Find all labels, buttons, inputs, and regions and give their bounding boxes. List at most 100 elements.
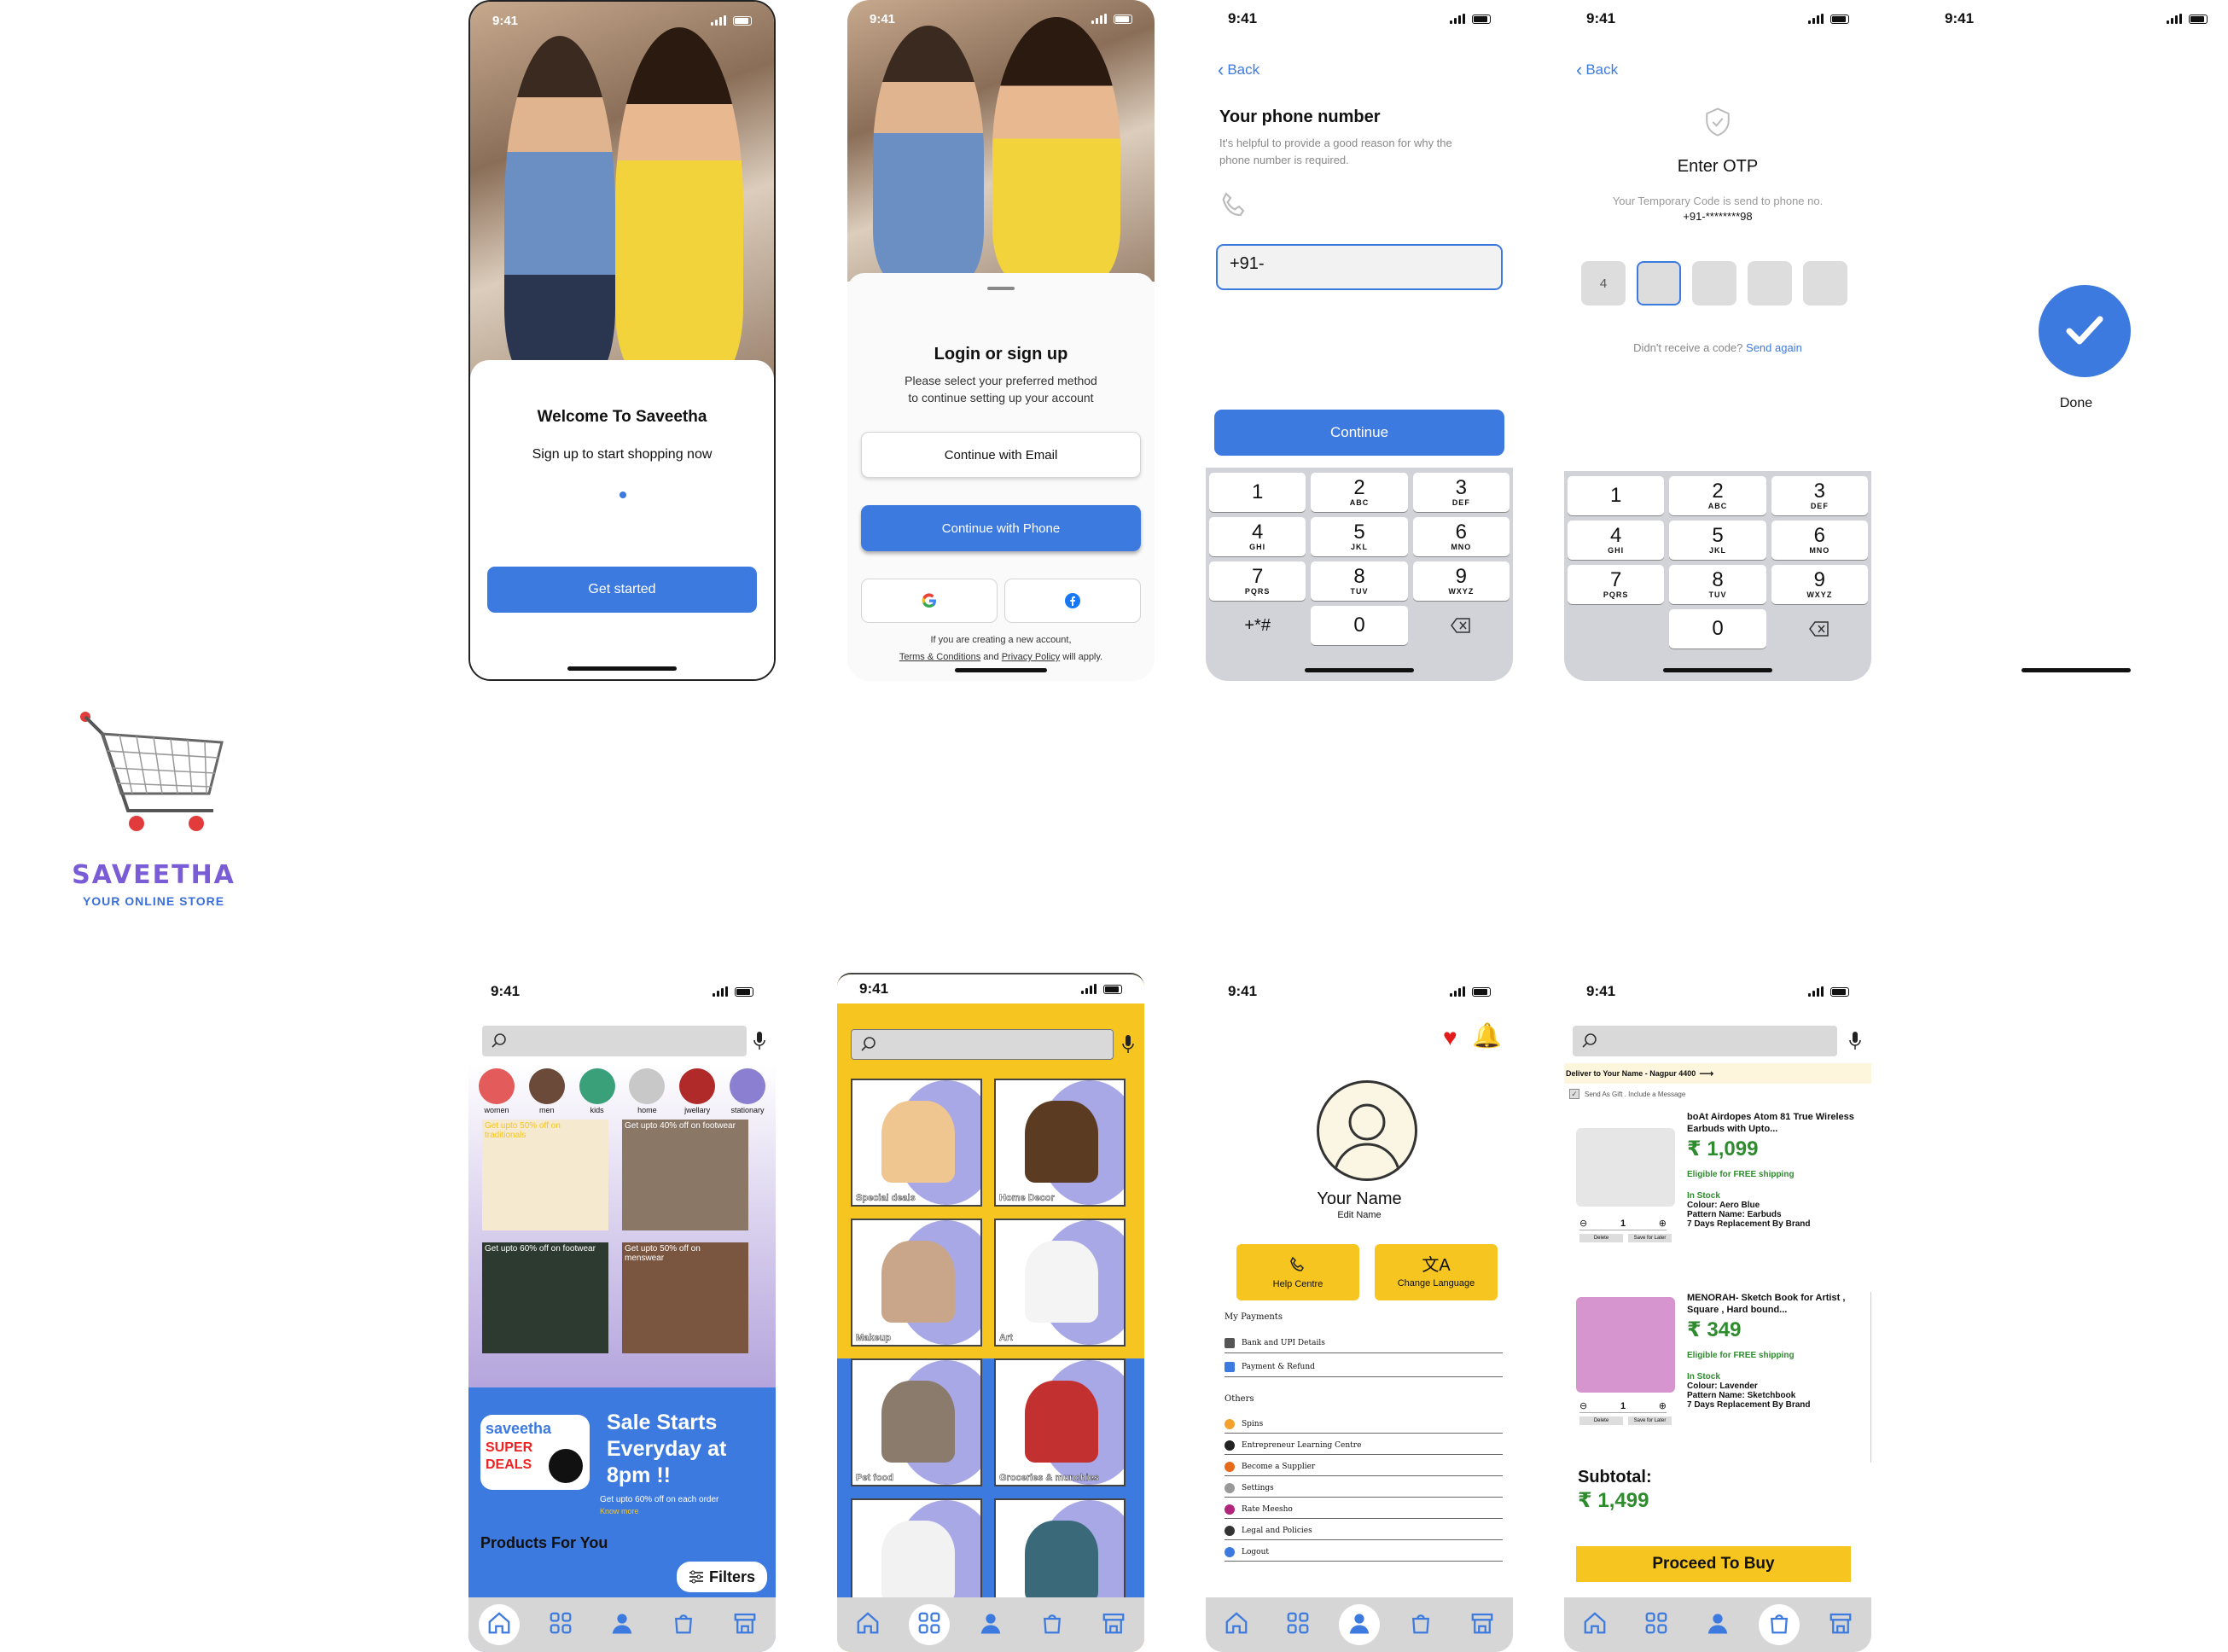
tab-store[interactable] [1093,1604,1134,1645]
search-input[interactable] [1573,1026,1837,1056]
tab-user[interactable] [602,1604,643,1645]
quantity-stepper[interactable]: ⊖ 1 ⊕ [1579,1399,1667,1413]
plus-icon[interactable]: ⊕ [1659,1218,1667,1229]
item-title[interactable]: boAt Airdopes Atom 81 True Wireless Earb… [1687,1111,1858,1135]
edit-name-link[interactable]: Edit Name [1206,1210,1513,1220]
product-image[interactable] [1576,1128,1675,1207]
category-tile[interactable]: Groceries & munchies [994,1358,1126,1486]
otp-digit-box[interactable] [1692,261,1736,305]
key-6[interactable]: 6 MNO [1412,517,1510,556]
otp-digit-box[interactable] [1803,261,1847,305]
menu-item[interactable]: Spins [1225,1415,1503,1434]
send-again-link[interactable]: Send again [1746,341,1802,354]
continue-with-phone-button[interactable]: Continue with Phone [861,505,1141,551]
bell-icon[interactable]: 🔔 [1472,1024,1502,1048]
product-image[interactable] [1576,1297,1675,1393]
key-4[interactable]: 4 GHI [1568,521,1665,560]
gift-row[interactable]: ✓ Send As Gift . Include a Message [1569,1089,1685,1099]
category-women[interactable]: women [474,1068,520,1114]
key-delete[interactable] [1413,606,1510,645]
heart-icon[interactable]: ♥ [1443,1026,1457,1050]
proceed-to-buy-button[interactable]: Proceed To Buy [1576,1546,1851,1582]
tab-home[interactable] [1574,1604,1615,1645]
tab-shopping-bag[interactable] [663,1604,704,1645]
google-login-button[interactable] [861,579,998,623]
tab-home[interactable] [1216,1604,1257,1645]
help-centre-button[interactable]: Help Centre [1236,1244,1359,1300]
offer-card[interactable]: Get upto 50% off on traditionals [482,1120,608,1230]
tab-store[interactable] [1462,1604,1503,1645]
key-2[interactable]: 2 ABC [1669,476,1766,515]
key-5[interactable]: 5 JKL [1311,517,1408,556]
category-home[interactable]: home [624,1068,670,1114]
menu-item[interactable]: Become a Supplier [1225,1457,1503,1476]
key-1[interactable]: 1 [1568,476,1665,515]
continue-button[interactable]: Continue [1214,410,1504,456]
change-language-button[interactable]: 文A Change Language [1375,1244,1498,1300]
menu-item[interactable]: Entrepreneur Learning Centre [1225,1436,1503,1455]
item-title[interactable]: MENORAH- Sketch Book for Artist , Square… [1687,1292,1858,1316]
deliver-bar[interactable]: Deliver to Your Name - Nagpur 4400 ⟶ [1564,1063,1871,1084]
menu-item[interactable]: Payment & Refund [1225,1357,1503,1377]
key-8[interactable]: 8 TUV [1669,565,1766,604]
search-input[interactable] [482,1026,747,1056]
category-kids[interactable]: kids [574,1068,620,1114]
facebook-login-button[interactable] [1004,579,1141,623]
key-2[interactable]: 2 ABC [1311,473,1408,512]
phone-number-input[interactable]: +91- [1216,244,1503,290]
search-input[interactable] [851,1029,1114,1060]
avatar[interactable] [1317,1080,1417,1181]
menu-item[interactable]: Rate Meesho [1225,1500,1503,1519]
category-stationary[interactable]: stationary [724,1068,771,1114]
continue-with-email-button[interactable]: Continue with Email [861,432,1141,478]
tab-store[interactable] [724,1604,765,1645]
microphone-icon[interactable] [1122,1034,1134,1055]
key-0[interactable]: 0 [1669,609,1766,649]
tab-shopping-bag[interactable] [1759,1604,1800,1645]
back-button[interactable]: ‹ Back [1576,61,1618,79]
filters-button[interactable]: Filters [676,1562,767,1592]
key-delete[interactable] [1771,609,1868,649]
delete-button[interactable]: Delete [1579,1416,1623,1425]
key-symbols[interactable]: +*# [1209,606,1306,645]
save-for-later-button[interactable]: Save for Later [1628,1416,1672,1425]
key-7[interactable]: 7 PQRS [1209,561,1306,601]
category-tile[interactable]: Makeup [851,1219,982,1347]
key-9[interactable]: 9 WXYZ [1771,565,1868,604]
key-9[interactable]: 9 WXYZ [1412,561,1510,601]
back-button[interactable]: ‹ Back [1218,61,1259,79]
delete-button[interactable]: Delete [1579,1234,1623,1242]
key-1[interactable]: 1 [1209,473,1306,512]
menu-item[interactable]: Legal and Policies [1225,1521,1503,1540]
tab-home[interactable] [847,1604,888,1645]
tab-grid[interactable] [1277,1604,1318,1645]
offer-card[interactable]: Get upto 40% off on footwear [622,1120,748,1230]
category-tile[interactable]: Home Decor [994,1079,1126,1207]
terms-link[interactable]: Terms & Conditions [899,652,980,662]
category-jwellary[interactable]: jwellary [674,1068,720,1114]
banner-know-more-link[interactable]: Know more [600,1507,639,1515]
sheet-handle[interactable] [987,287,1015,290]
minus-icon[interactable]: ⊖ [1579,1218,1587,1229]
key-3[interactable]: 3 DEF [1412,473,1510,512]
tab-grid[interactable] [1636,1604,1677,1645]
tab-home[interactable] [479,1604,520,1645]
key-7[interactable]: 7 PQRS [1568,565,1665,604]
menu-item[interactable]: Logout [1225,1543,1503,1562]
menu-item[interactable]: Bank and UPI Details [1225,1333,1503,1353]
offer-card[interactable]: Get upto 50% off on menswear [622,1242,748,1353]
gift-checkbox[interactable]: ✓ [1569,1089,1579,1099]
tab-user[interactable] [1339,1604,1380,1645]
quantity-stepper[interactable]: ⊖ 1 ⊕ [1579,1217,1667,1230]
otp-digit-box[interactable] [1637,261,1681,305]
super-deals-banner[interactable]: saveetha SUPER DEALS Sale Starts Everyda… [468,1387,776,1524]
tab-user[interactable] [1697,1604,1738,1645]
category-tile[interactable]: Pet food [851,1358,982,1486]
category-men[interactable]: men [524,1068,570,1114]
tab-grid[interactable] [540,1604,581,1645]
plus-icon[interactable]: ⊕ [1659,1400,1667,1411]
otp-digit-box[interactable] [1748,261,1792,305]
get-started-button[interactable]: Get started [487,567,757,613]
tab-shopping-bag[interactable] [1400,1604,1441,1645]
key-4[interactable]: 4 GHI [1209,517,1306,556]
